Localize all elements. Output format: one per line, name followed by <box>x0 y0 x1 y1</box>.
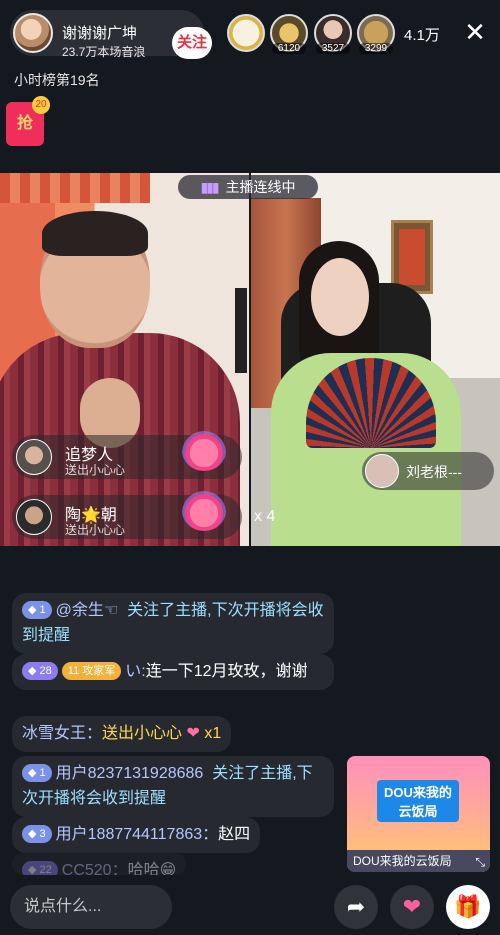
host-name: 谢谢谢广坤 <box>62 25 138 42</box>
chat-username[interactable]: @余生☜ <box>56 602 119 619</box>
host-info[interactable]: 谢谢谢广坤 23.7万本场音浪 关注 <box>10 10 212 59</box>
chat-username[interactable]: CC520： <box>62 862 128 875</box>
host-stats: 23.7万本场音浪 <box>62 45 146 59</box>
gift-description: 送出小心心 <box>65 463 126 477</box>
guest-video[interactable] <box>251 173 500 546</box>
chat-username[interactable]: 冰雪女王： <box>22 725 102 742</box>
fan-club-badge: 11 攻家军 <box>61 662 122 680</box>
follow-button[interactable]: 关注 <box>172 27 212 59</box>
audio-bars-icon: ▮▮▮ <box>200 179 219 195</box>
chat-text: 送出小心心 <box>102 725 183 742</box>
close-icon[interactable]: ✕ <box>461 18 489 46</box>
chat-username[interactable]: い: <box>125 663 145 680</box>
chat-message[interactable]: ◆ 28 11 攻家军 い:连一下12月玫玫，谢谢 <box>12 654 334 690</box>
guest-name: 刘老根--- <box>406 464 462 480</box>
gift-description: 送出小心心 <box>65 523 126 537</box>
tv <box>235 288 247 373</box>
chat-message[interactable]: 冰雪女王：送出小心心 ❤ x1 <box>12 716 232 752</box>
gift-count: x1 <box>204 725 222 742</box>
red-packet-icon[interactable]: 抢 20 <box>6 96 50 146</box>
chat-message[interactable]: ◆ 1 用户8237131928686 关注了主播,下次开播将会收到提醒 <box>12 756 334 817</box>
level-badge: ◆ 1 <box>22 764 52 782</box>
chat-message[interactable]: ◆ 1 @余生☜ 关注了主播,下次开播将会收到提醒 <box>12 593 334 654</box>
level-badge: ◆ 1 <box>22 601 52 619</box>
header: 谢谢谢广坤 23.7万本场音浪 关注 6120 3527 3299 4.1万 ✕ <box>0 0 500 70</box>
chat-text: 哈哈😁 <box>127 862 177 875</box>
guest-avatar <box>365 454 399 488</box>
level-badge: ◆ 28 <box>22 662 58 680</box>
level-badge: ◆ 22 <box>22 861 58 875</box>
level-badge: ◆ 3 <box>22 825 52 843</box>
hourly-rank[interactable]: 小时榜第19名 <box>14 70 100 90</box>
chat-text: 赵四 <box>218 826 251 843</box>
heart-gift-icon <box>182 431 226 471</box>
expand-icon[interactable]: ⤡ <box>475 855 485 870</box>
gift-icon[interactable]: 🎁 <box>446 885 490 929</box>
chat-text: 连一下12月玫玫，谢谢 <box>145 663 308 680</box>
top-viewer-avatar-4[interactable]: 3299 <box>357 14 395 54</box>
share-icon[interactable]: ➦ <box>334 885 378 929</box>
red-packet-badge: 20 <box>32 96 50 114</box>
gift-combo-count: x 4 <box>254 508 276 525</box>
person-head <box>311 258 369 336</box>
co-host-status: ▮▮▮ 主播连线中 <box>178 175 318 199</box>
guest-tag[interactable]: 刘老根--- <box>362 452 494 490</box>
like-icon[interactable]: ❤ <box>390 885 434 929</box>
promo-banner[interactable]: DOU来我的云饭局 DOU来我的云饭局 ⤡ <box>347 756 490 872</box>
chat-username[interactable]: 用户8237131928686 <box>56 765 204 782</box>
chat-message[interactable]: ◆ 3 用户1887744117863：赵四 <box>12 817 261 853</box>
top-viewer-avatar-2[interactable]: 6120 <box>270 14 308 54</box>
host-avatar[interactable] <box>13 13 53 53</box>
video-area[interactable]: ▮▮▮ 主播连线中 追梦人 送出小心心 陶🌟朝 送出小心心 x 4 刘老根--- <box>0 173 500 546</box>
heart-gift-icon: ❤ <box>186 725 200 742</box>
chat-username[interactable]: 用户1887744117863： <box>56 826 219 843</box>
top-viewer-avatar-3[interactable]: 3527 <box>314 14 352 54</box>
avatar <box>16 439 52 475</box>
promo-caption: DOU来我的云饭局 <box>347 850 490 872</box>
promo-title: DOU来我的云饭局 <box>377 780 459 822</box>
viewer-count[interactable]: 4.1万 <box>404 24 440 45</box>
comment-input[interactable]: 说点什么... <box>10 885 172 929</box>
person-hair <box>42 211 148 256</box>
host-video[interactable] <box>0 173 249 546</box>
heart-gift-icon <box>182 491 226 531</box>
top-viewer-avatar-1[interactable] <box>227 14 265 52</box>
curtain <box>0 173 150 203</box>
avatar <box>16 499 52 535</box>
chat-message[interactable]: ◆ 22 CC520：哈哈😁 <box>12 853 186 875</box>
